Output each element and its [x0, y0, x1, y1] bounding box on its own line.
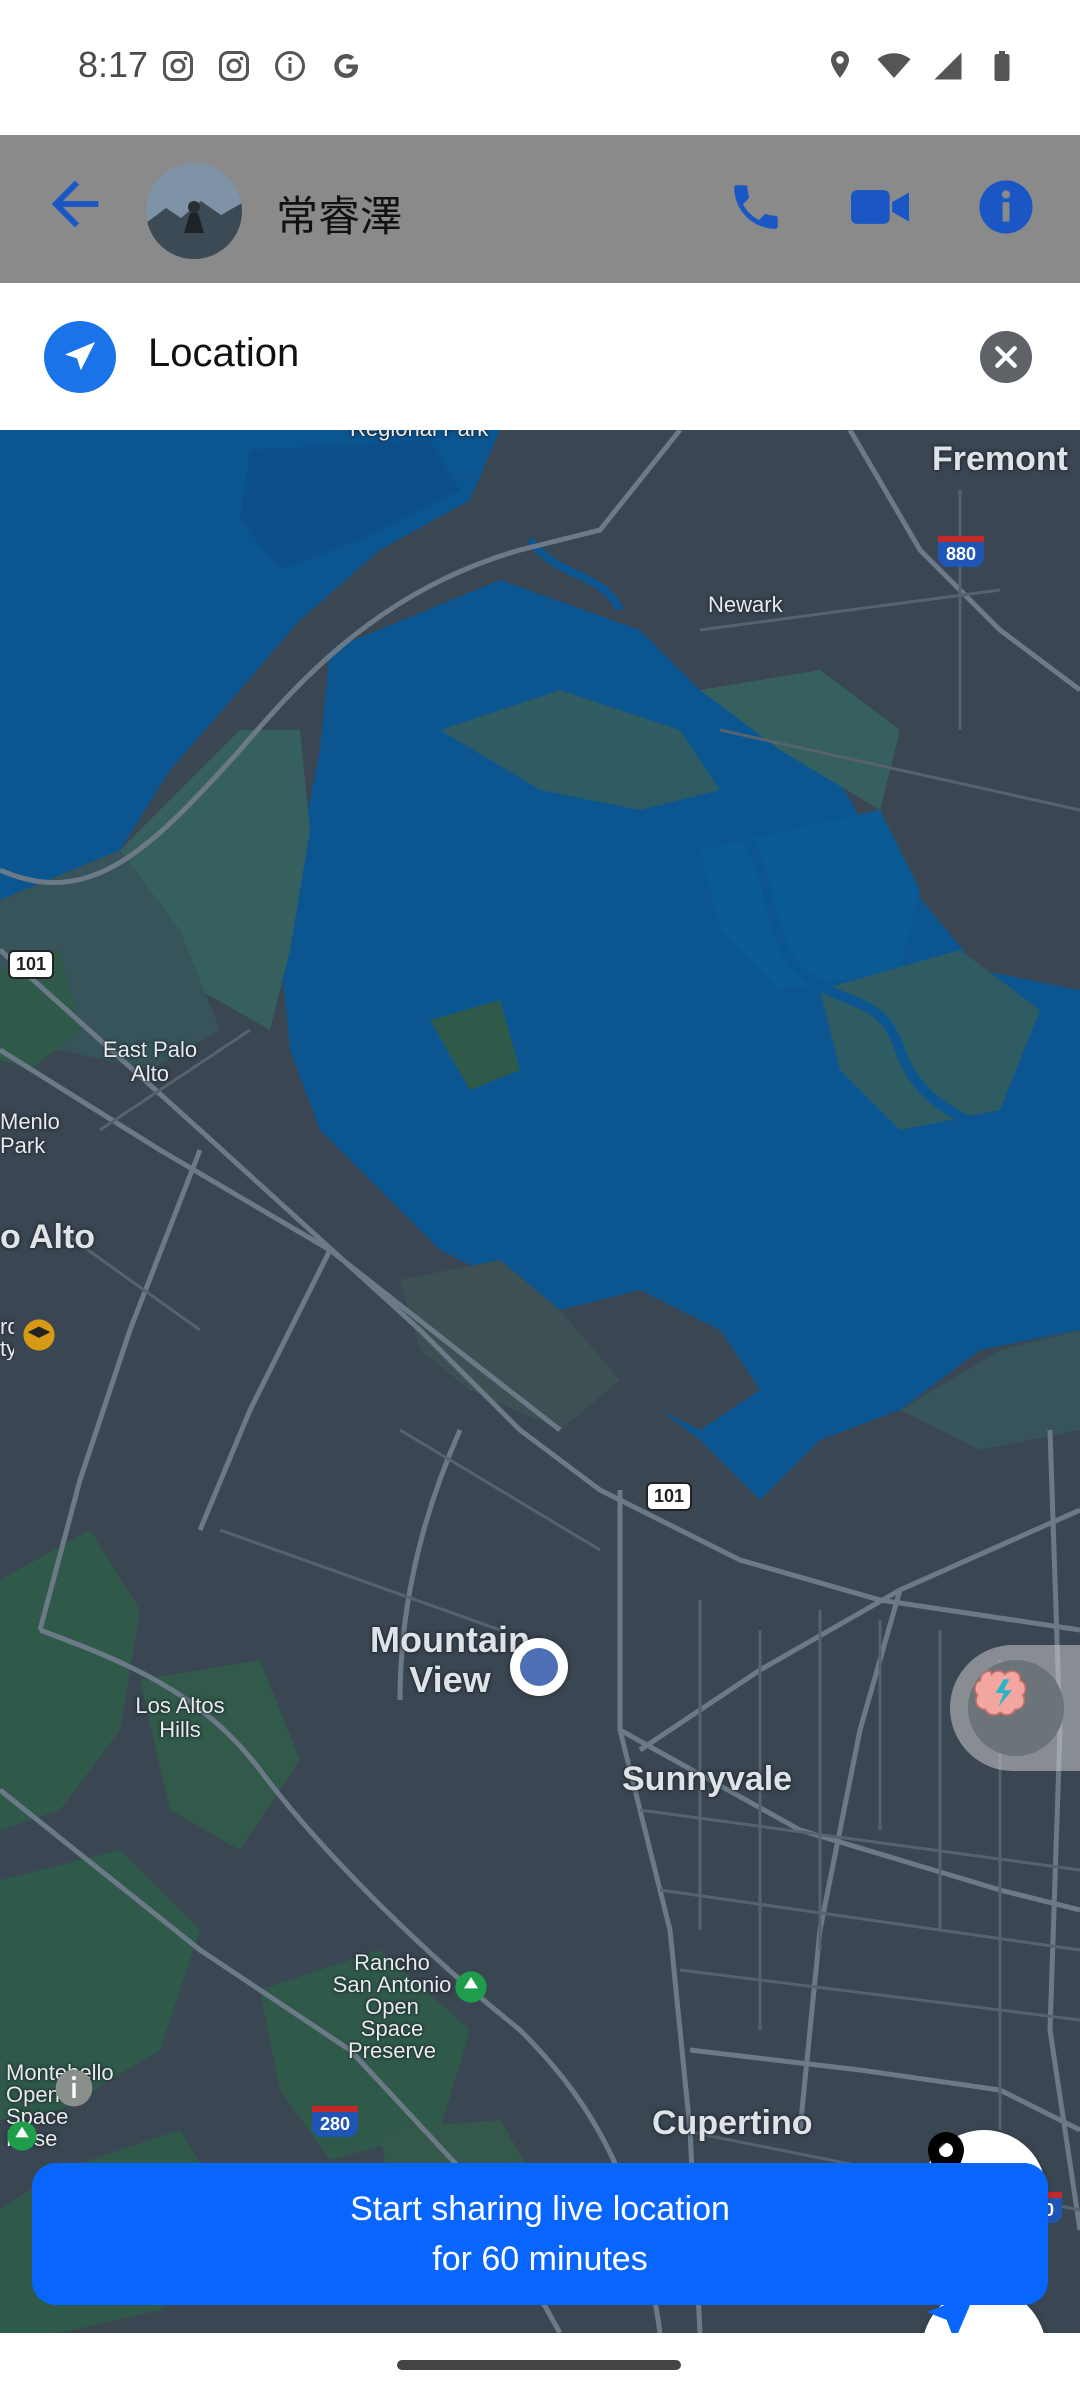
map-label-east-palo-alto: East Palo Alto	[102, 1037, 198, 1086]
map-label-regional-park: Regional Park	[350, 430, 488, 442]
video-call-button[interactable]	[844, 171, 916, 243]
map-label-los-altos-hills: Los Altos Hills	[135, 1693, 225, 1742]
map-label-palo-alto: o Alto	[0, 1218, 96, 1256]
google-icon	[334, 54, 358, 78]
map-label-rancho-san-antonio: Rancho San Antonio Open Space Preserve	[332, 1950, 452, 2063]
map-label-menlo-park: Menlo Park	[0, 1109, 60, 1158]
map-label-rd-ty: rd ty	[0, 1316, 14, 1360]
map-tiles	[0, 430, 1080, 2333]
avatar-photo	[146, 163, 242, 259]
brain-icon	[968, 1660, 1064, 1756]
location-arrow-icon	[44, 321, 116, 393]
notification-icons	[160, 48, 364, 84]
park-marker-icon	[455, 1971, 487, 2003]
location-icon	[831, 51, 849, 78]
current-location-dot	[510, 1638, 568, 1696]
battery-icon	[994, 51, 1010, 81]
highway-shield-101-center: 101	[646, 1482, 693, 1511]
location-sheet: Location Fremont Newark East Palo Alto M…	[0, 283, 1080, 2333]
map-label-sunnyvale: Sunnyvale	[622, 1760, 793, 1798]
share-button-line1: Start sharing live location	[350, 2190, 730, 2228]
signal-icon	[934, 52, 962, 80]
close-icon	[995, 346, 1017, 368]
avatar[interactable]	[146, 163, 242, 259]
back-button[interactable]	[40, 169, 110, 239]
sheet-title: Location	[148, 331, 300, 375]
instagram-icon	[219, 51, 249, 81]
sheet-header: Location	[0, 283, 1080, 430]
status-time: 8:17	[78, 44, 149, 85]
share-button-line2: for 60 minutes	[432, 2240, 648, 2278]
map-label-newark: Newark	[708, 592, 783, 617]
back-arrow-icon	[51, 180, 99, 228]
status-bar: 8:17	[0, 0, 1080, 135]
highway-shield-280-center: 280	[312, 2106, 359, 2137]
voice-call-button[interactable]	[720, 171, 792, 243]
video-call-icon	[851, 190, 909, 224]
assistant-bubble[interactable]	[950, 1645, 1080, 1771]
navigation-bar	[0, 2333, 1080, 2400]
info-icon	[979, 180, 1033, 234]
contact-name[interactable]: 常睿澤	[276, 183, 402, 244]
close-button[interactable]	[980, 331, 1032, 383]
map-view[interactable]: Regional Park Fremont Newark East Palo A…	[0, 430, 1080, 2333]
highway-shield-101-west: 101	[8, 950, 55, 979]
voice-call-icon	[734, 185, 778, 229]
wifi-icon	[877, 53, 911, 78]
chat-header: 常睿澤	[0, 135, 1080, 283]
home-indicator[interactable]	[397, 2360, 681, 2370]
map-label-fremont: Fremont	[932, 440, 1068, 478]
highway-shield-880: 880	[938, 536, 985, 567]
info-icon	[275, 51, 305, 81]
park-marker-icon	[7, 2121, 37, 2151]
map-label-cupertino: Cupertino	[652, 2104, 813, 2142]
instagram-icon	[163, 51, 193, 81]
info-button[interactable]	[970, 171, 1042, 243]
system-icons	[822, 48, 1020, 84]
school-marker-icon	[23, 1319, 55, 1351]
map-info-icon[interactable]	[54, 2068, 94, 2108]
start-sharing-live-location-button[interactable]: Start sharing live location for 60 minut…	[32, 2163, 1048, 2305]
